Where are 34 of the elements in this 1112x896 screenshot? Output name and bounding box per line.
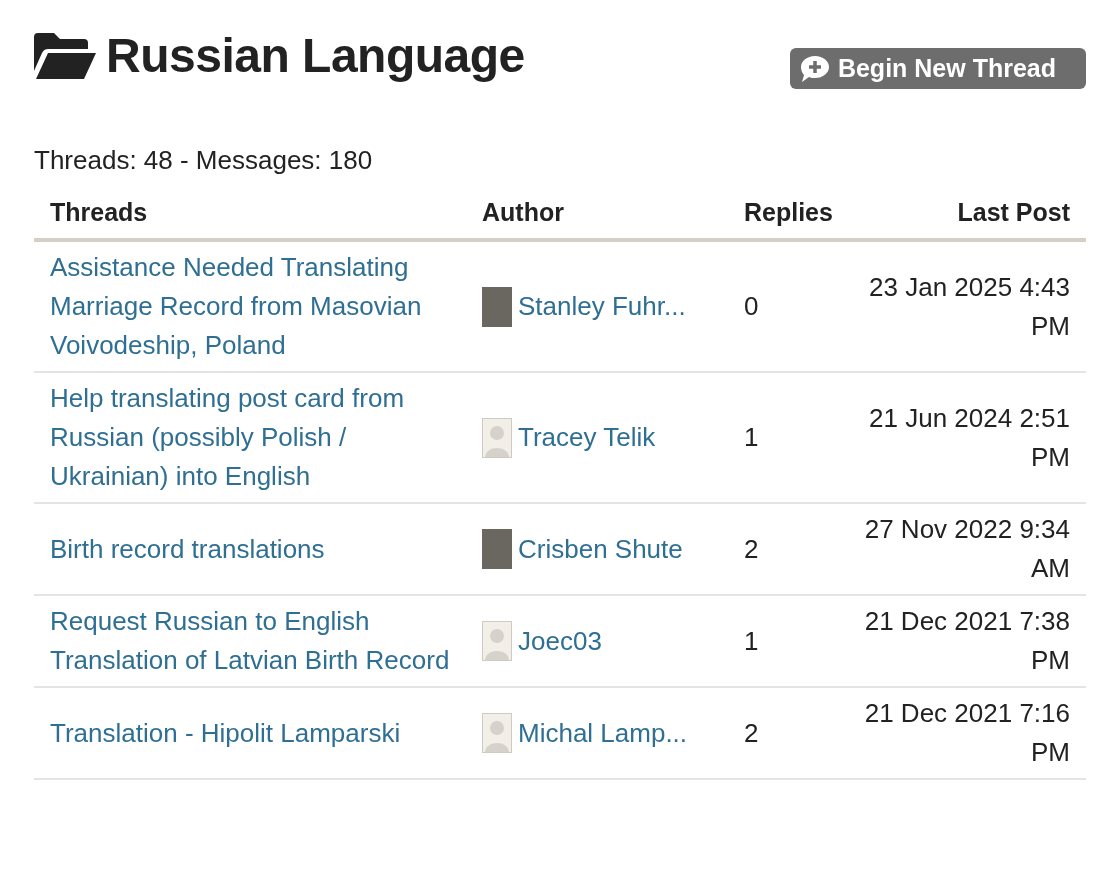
last-post-date: 21 Dec 2021 7:16 PM [863,697,1070,769]
thread-title-link[interactable]: Help translating post card from Russian (possibly Polish / Ukrainian) into English [50,379,454,496]
replies-count: 2 [744,716,759,750]
avatar-silhouette-icon [482,417,512,458]
last-post-date: 21 Jun 2024 2:51 PM [868,401,1070,474]
author-link[interactable]: Stanley Fuhr... [518,287,686,326]
column-header: Author [482,197,564,228]
page-title: Russian Language [106,28,525,83]
chat-plus-icon [799,54,830,83]
replies-count: 1 [744,421,759,454]
avatar-photo-placeholder [482,286,512,327]
author-link[interactable]: Tracey Telik [518,418,656,457]
column-header: Replies [744,197,833,228]
folder-icon [34,32,96,79]
column-header: Last Post [957,197,1070,228]
last-post-date: 23 Jan 2025 4:43 PM [868,270,1070,343]
last-post-date: 21 Dec 2021 7:38 PM [863,605,1070,677]
replies-count: 2 [744,532,759,566]
replies-count: 1 [744,624,759,658]
author-link[interactable]: Michal Lamp... [518,713,688,753]
avatar-silhouette-icon [482,713,512,753]
last-post-date: 27 Nov 2022 9:34 AM [863,513,1070,585]
replies-count: 0 [744,290,759,323]
thread-title-link[interactable]: Assistance Needed Translating Marriage Record from Masovian Voivodeship, Poland [50,248,454,365]
avatar-silhouette-icon [482,621,512,661]
avatar-photo-placeholder [482,529,512,569]
author-link[interactable]: Crisben Shute [518,529,683,569]
thread-title-link[interactable]: Birth record translations [50,529,454,569]
thread-title-link[interactable]: Translation - Hipolit Lamparski [50,713,454,753]
thread-stats: Threads: 48 - Messages: 180 [34,145,374,176]
thread-title-link[interactable]: Request Russian to English Translation of Latvian Birth Record [50,602,454,680]
begin-new-thread-button[interactable]: Begin New Thread [789,48,1086,89]
author-link[interactable]: Joec03 [518,621,602,661]
column-header: Threads [50,197,148,228]
